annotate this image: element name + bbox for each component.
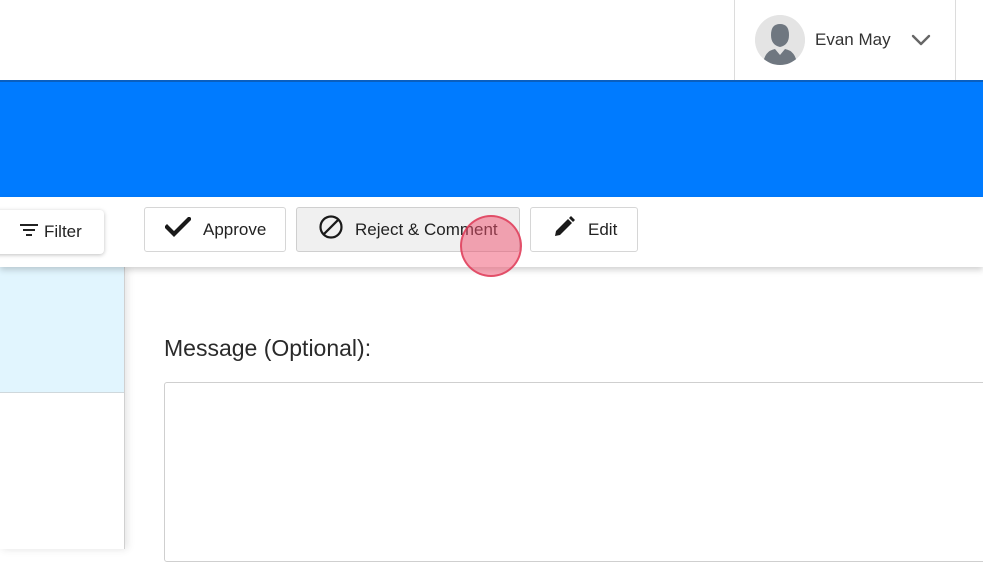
selected-list-item[interactable] [0,267,124,393]
approve-button[interactable]: Approve [144,207,286,252]
reject-comment-button[interactable]: Reject & Comment [296,207,520,252]
user-menu[interactable]: Evan May [734,0,956,80]
filter-label: Filter [44,222,82,241]
comment-panel: Message (Optional): [125,267,983,562]
checkmark-icon [164,216,203,242]
prohibited-icon [319,215,355,244]
pencil-icon [552,215,588,244]
item-list-panel [0,267,125,549]
edit-label: Edit [588,219,618,239]
message-label: Message (Optional): [164,335,372,361]
message-textarea[interactable] [164,382,983,562]
chevron-down-icon[interactable] [910,30,932,50]
action-toolbar: Filter Approve Reject & Comment Edit [0,197,983,267]
page-banner [0,80,983,197]
approve-label: Approve [203,219,267,239]
top-bar: Evan May [0,0,983,80]
filter-button[interactable]: Filter [0,210,104,254]
user-name: Evan May [815,30,891,49]
edit-button[interactable]: Edit [530,207,638,252]
user-avatar-icon [755,15,805,65]
reject-comment-label: Reject & Comment [355,219,498,239]
filter-icon [20,222,44,242]
